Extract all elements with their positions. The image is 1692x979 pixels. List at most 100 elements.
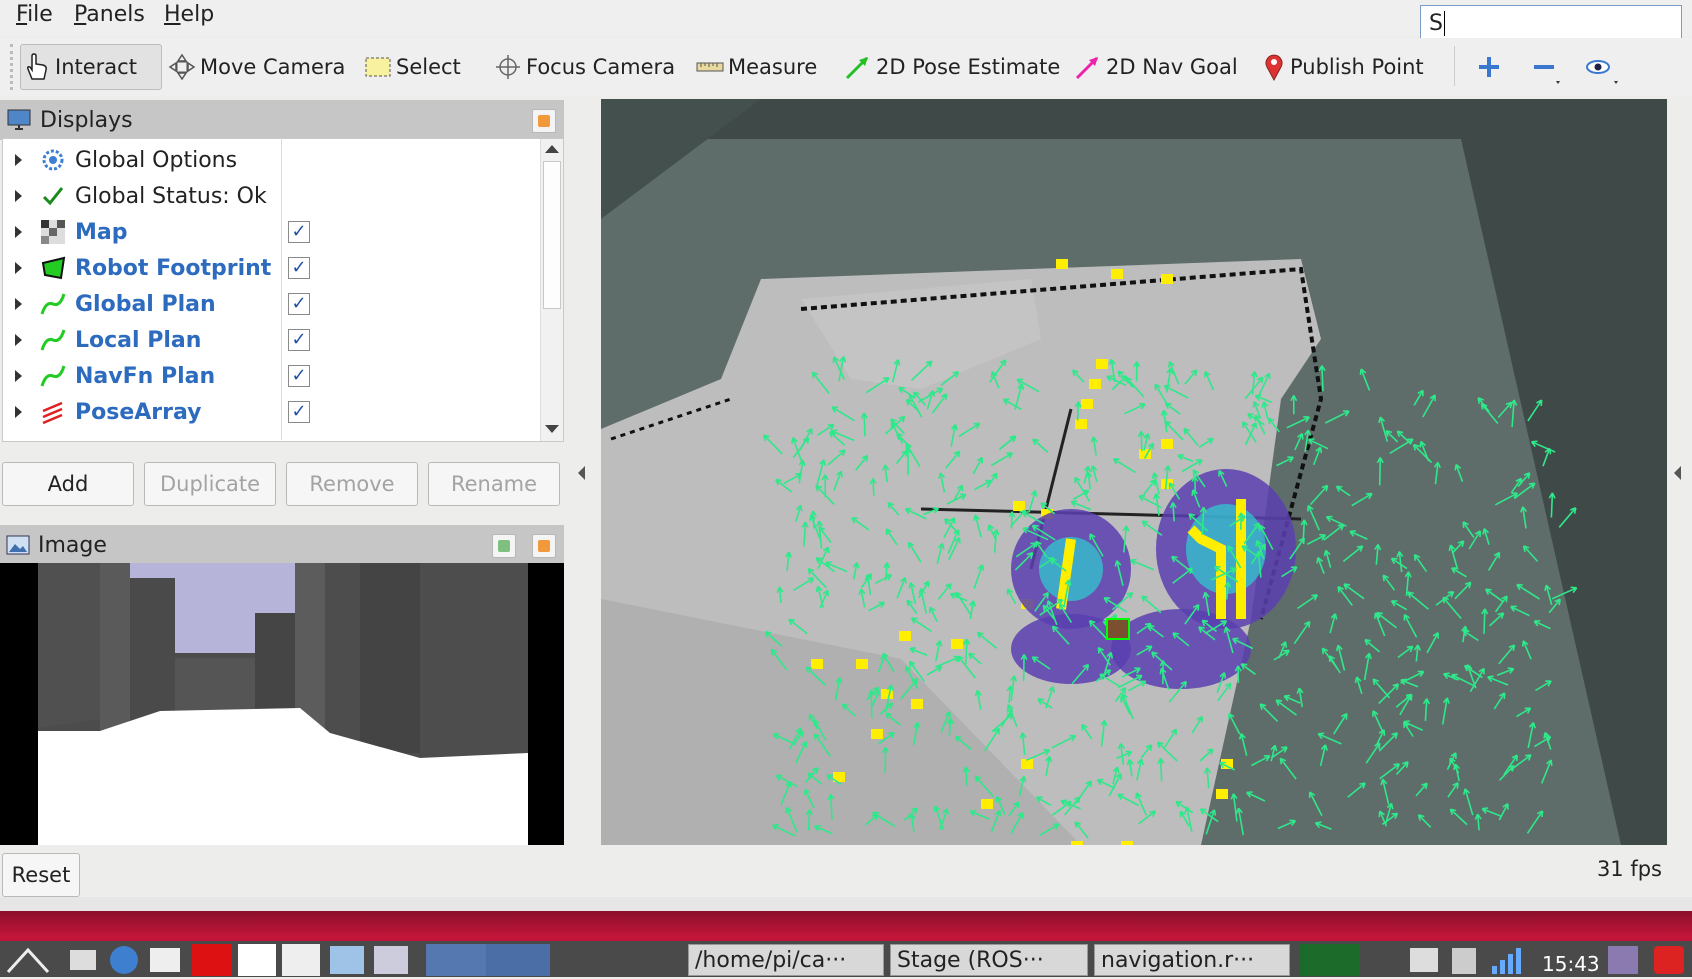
display-item-checkbox[interactable]: ✓	[288, 365, 310, 387]
scroll-thumb[interactable]	[543, 161, 561, 309]
start-menu-icon[interactable]	[4, 946, 52, 974]
menu-help[interactable]: Help	[164, 2, 214, 27]
image-icon	[6, 535, 30, 555]
display-item-checkbox[interactable]: ✓	[288, 401, 310, 423]
obstacle-marker	[871, 729, 883, 739]
task-navigation[interactable]: navigation.r···	[1094, 944, 1290, 976]
expand-arrow-icon[interactable]	[15, 370, 22, 382]
display-item-checkbox[interactable]: ✓	[288, 257, 310, 279]
plus-icon	[1479, 57, 1499, 77]
display-item-label: NavFn Plan	[75, 363, 216, 389]
displays-title: Displays	[40, 107, 133, 133]
clipboard-icon[interactable]	[1452, 948, 1476, 974]
display-item-checkbox[interactable]: ✓	[288, 221, 310, 243]
save-snap-icon[interactable]	[238, 944, 276, 976]
display-item-posearray[interactable]: PoseArray ✓	[3, 394, 543, 430]
menu-file[interactable]: File	[16, 2, 53, 27]
displays-close-button[interactable]	[532, 109, 556, 133]
add-button[interactable]: Add	[2, 462, 134, 506]
remove-tool-button[interactable]	[1530, 44, 1568, 90]
file-manager-icon[interactable]	[70, 950, 96, 970]
display-item-local-plan[interactable]: Local Plan ✓	[3, 322, 543, 358]
green-arrow-icon	[845, 56, 869, 80]
obstacle-marker	[899, 631, 911, 641]
status-strip	[0, 897, 1692, 911]
power-icon[interactable]	[1654, 946, 1684, 974]
select-tool-button[interactable]: Select	[364, 44, 461, 90]
expand-arrow-icon[interactable]	[15, 154, 22, 166]
cpu-monitor-icon	[1300, 944, 1360, 976]
image-close-button[interactable]	[532, 534, 556, 558]
display-item-robot-footprint[interactable]: Robot Footprint ✓	[3, 250, 543, 286]
obstacle-marker	[1216, 789, 1228, 799]
3d-viewport[interactable]	[601, 99, 1667, 845]
path-icon	[39, 290, 67, 318]
focus-camera-button[interactable]: Focus Camera	[494, 44, 675, 90]
image-title: Image	[38, 532, 107, 558]
move-camera-button[interactable]: Move Camera	[168, 44, 345, 90]
eye-icon	[1586, 60, 1618, 84]
obstacle-marker	[981, 799, 993, 809]
terminal-icon[interactable]	[150, 948, 180, 972]
expand-arrow-icon[interactable]	[15, 334, 22, 346]
display-item-navfn-plan[interactable]: NavFn Plan ✓	[3, 358, 543, 394]
scroll-up-icon[interactable]	[545, 145, 559, 153]
display-item-map[interactable]: Map ✓	[3, 214, 543, 250]
map-pin-icon	[1265, 54, 1283, 82]
stop-icon[interactable]	[192, 944, 232, 976]
expand-arrow-icon[interactable]	[15, 298, 22, 310]
menu-panels[interactable]: Panels	[74, 2, 145, 27]
task-stage[interactable]: Stage (ROS···	[890, 944, 1088, 976]
publish-point-button[interactable]: Publish Point	[1262, 44, 1424, 90]
check-icon	[39, 182, 67, 210]
scroll-down-icon[interactable]	[545, 425, 559, 433]
collapse-left-icon[interactable]	[578, 466, 585, 480]
windows-icon[interactable]	[374, 946, 408, 974]
camera-app-icon[interactable]	[330, 946, 364, 974]
reset-button[interactable]: Reset	[2, 853, 80, 897]
displays-panel-header: Displays	[0, 100, 564, 140]
pink-arrow-icon	[1075, 56, 1099, 80]
image-float-button[interactable]	[492, 534, 516, 558]
expand-arrow-icon[interactable]	[15, 406, 22, 418]
display-item-global-options[interactable]: Global Options	[3, 142, 543, 178]
lock-icon[interactable]	[1608, 946, 1638, 974]
nav-goal-label: 2D Nav Goal	[1106, 55, 1238, 79]
displays-scrollbar[interactable]	[540, 139, 563, 441]
duplicate-button[interactable]: Duplicate	[144, 462, 276, 506]
keyboard-icon[interactable]	[1410, 948, 1438, 972]
pose-estimate-button[interactable]: 2D Pose Estimate	[844, 44, 1060, 90]
collapse-right-icon[interactable]	[1674, 466, 1681, 480]
publish-point-label: Publish Point	[1290, 55, 1424, 79]
display-item-global-status-ok[interactable]: Global Status: Ok	[3, 178, 543, 214]
expand-arrow-icon[interactable]	[15, 226, 22, 238]
wifi-signal-icon[interactable]	[1490, 948, 1522, 974]
task-terminal[interactable]: /home/pi/ca···	[688, 944, 884, 976]
map-render[interactable]	[601, 99, 1667, 845]
select-label: Select	[396, 55, 461, 79]
browser-icon[interactable]	[110, 946, 138, 974]
interact-tool-button[interactable]: Interact	[20, 44, 162, 90]
expand-arrow-icon[interactable]	[15, 190, 22, 202]
display-item-label: Global Plan	[75, 291, 216, 317]
workspace-1[interactable]	[426, 944, 486, 976]
remove-button[interactable]: Remove	[286, 462, 418, 506]
clock: 15:43	[1542, 952, 1600, 976]
display-item-label: Map	[75, 219, 128, 245]
obstacle-marker	[1161, 274, 1173, 284]
display-item-global-plan[interactable]: Global Plan ✓	[3, 286, 543, 322]
capture-icon[interactable]	[282, 944, 320, 976]
view-options-button[interactable]	[1584, 44, 1628, 90]
hand-icon	[27, 53, 47, 80]
workspace-2[interactable]	[486, 944, 550, 976]
add-tool-button[interactable]	[1476, 44, 1506, 90]
display-item-checkbox[interactable]: ✓	[288, 293, 310, 315]
measure-label: Measure	[728, 55, 818, 79]
display-item-label: PoseArray	[75, 399, 202, 425]
map-icon	[39, 218, 67, 246]
display-item-checkbox[interactable]: ✓	[288, 329, 310, 351]
rename-button[interactable]: Rename	[428, 462, 560, 506]
expand-arrow-icon[interactable]	[15, 262, 22, 274]
measure-tool-button[interactable]: Measure	[696, 44, 817, 90]
nav-goal-button[interactable]: 2D Nav Goal	[1074, 44, 1238, 90]
